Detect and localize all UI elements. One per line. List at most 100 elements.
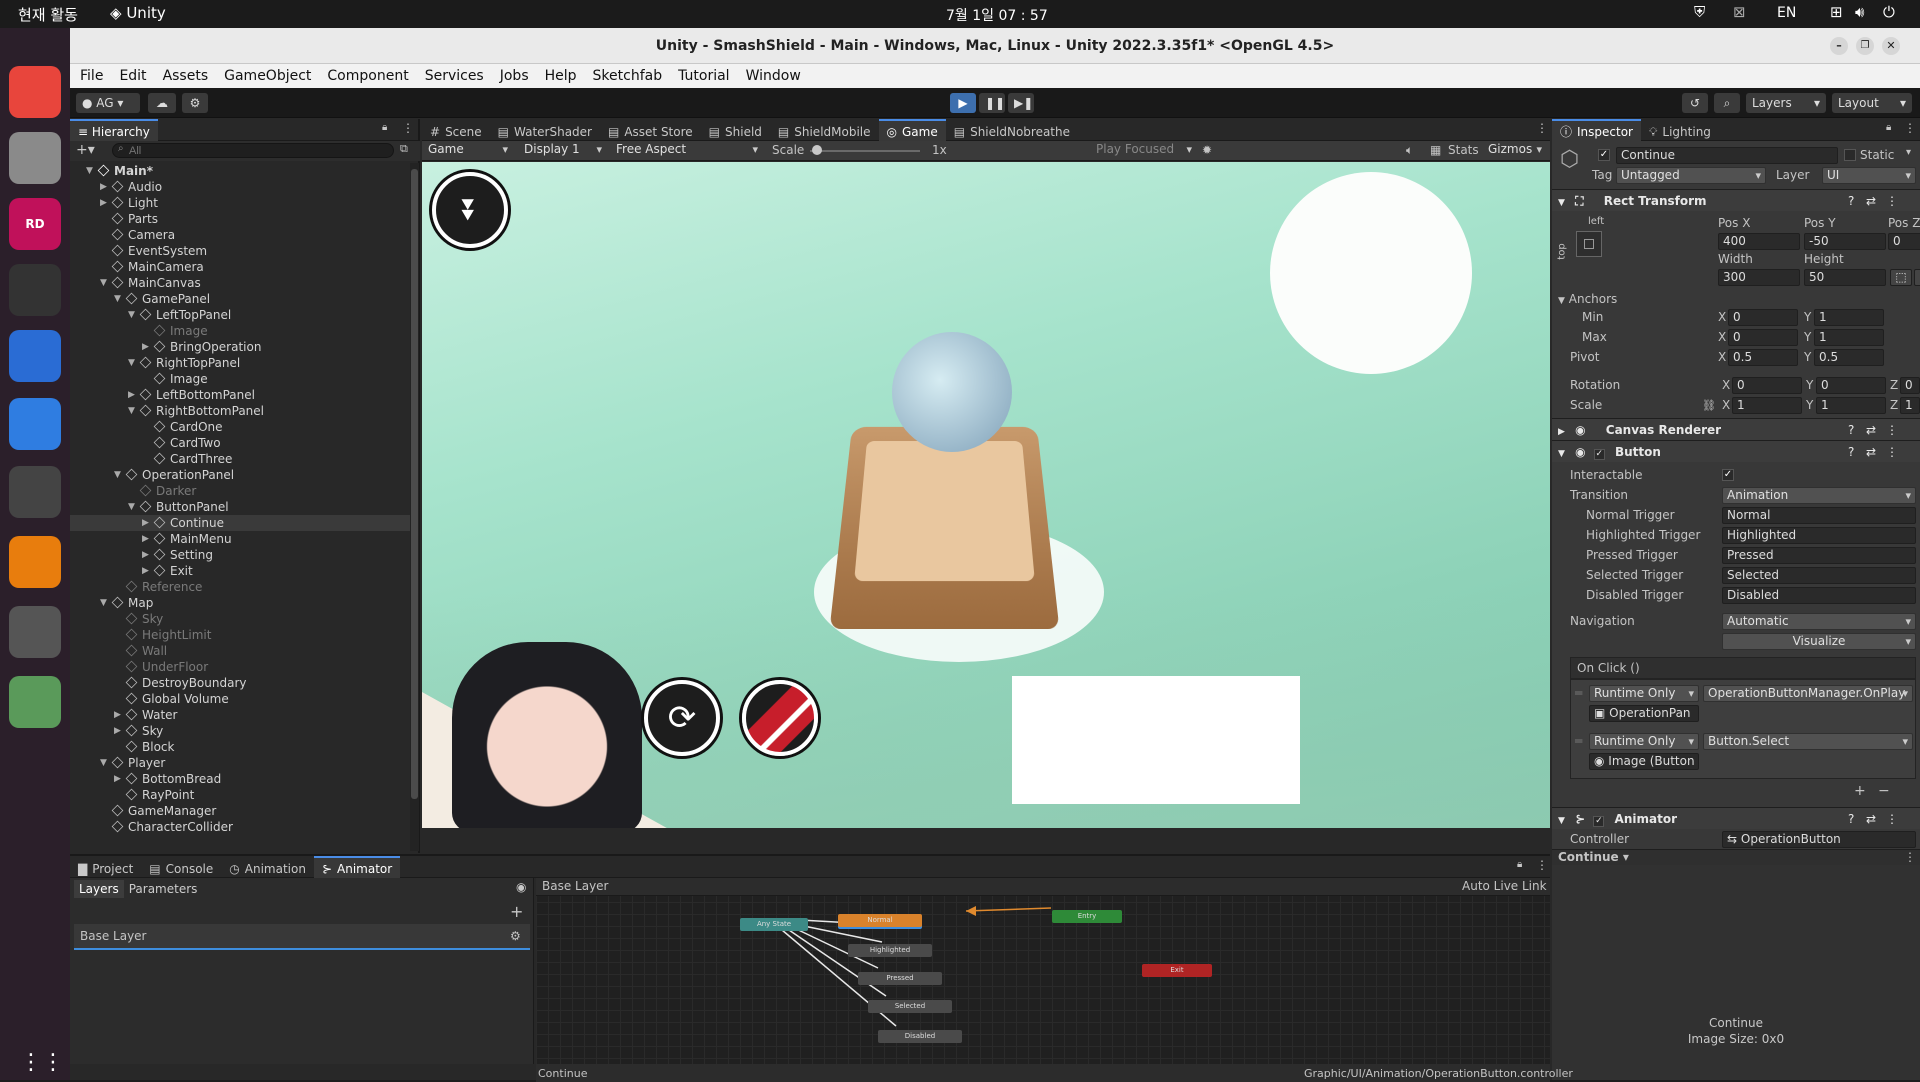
active-checkbox[interactable]: ✓: [1598, 149, 1610, 161]
component-menu-icon[interactable]: ⋮: [1886, 190, 1898, 212]
hierarchy-item[interactable]: ▼ OperationPanel: [70, 467, 410, 483]
expand-arrow-icon[interactable]: ▶: [142, 515, 149, 531]
component-menu-icon[interactable]: ⋮: [1886, 441, 1898, 463]
hierarchy-item[interactable]: ▶ Water: [70, 707, 410, 723]
controller-field[interactable]: ⇆ OperationButton: [1722, 831, 1916, 848]
unity-hub-icon[interactable]: [9, 466, 61, 518]
step-button[interactable]: ▶❚: [1008, 93, 1034, 113]
tab-bottom-3[interactable]: ⊱ Animator: [313, 856, 401, 880]
card-one[interactable]: [1012, 676, 1112, 804]
center-panel-menu-icon[interactable]: ⋮: [1536, 121, 1548, 135]
hierarchy-item[interactable]: ▶ BottomBread: [70, 771, 410, 787]
cloud-icon[interactable]: ☁: [148, 93, 176, 113]
hierarchy-item[interactable]: Camera: [70, 227, 410, 243]
hierarchy-item[interactable]: CardOne: [70, 419, 410, 435]
hierarchy-item[interactable]: ▶ BringOperation: [70, 339, 410, 355]
eye-icon[interactable]: ◉: [516, 880, 526, 894]
visualize-button[interactable]: Visualize: [1722, 633, 1916, 650]
tab-center-4[interactable]: ▤ ShieldMobile: [770, 121, 879, 143]
hierarchy-item[interactable]: ▶ Exit: [70, 563, 410, 579]
minimize-button[interactable]: –: [1830, 37, 1848, 55]
hierarchy-item[interactable]: CharacterCollider: [70, 819, 410, 835]
menu-file[interactable]: File: [72, 64, 111, 88]
hierarchy-item[interactable]: ▶ Sky: [70, 723, 410, 739]
inspector-lock-icon[interactable]: 🔒︎: [1886, 122, 1891, 133]
hierarchy-item[interactable]: Image: [70, 371, 410, 387]
hierarchy-item[interactable]: Image: [70, 323, 410, 339]
tab-hierarchy[interactable]: ≡ Hierarchy: [70, 119, 158, 143]
expand-arrow-icon[interactable]: ▶: [142, 339, 149, 355]
tag-dropdown[interactable]: Untagged: [1616, 167, 1766, 184]
hierarchy-item[interactable]: ▼ Player: [70, 755, 410, 771]
hierarchy-item[interactable]: ▼ Map: [70, 595, 410, 611]
maximize-button[interactable]: ❐: [1856, 37, 1874, 55]
pressed-trigger-input[interactable]: Pressed: [1722, 547, 1916, 564]
height-input[interactable]: 50: [1804, 269, 1886, 286]
event2-function-dropdown[interactable]: Button.Select: [1703, 733, 1913, 750]
card-two[interactable]: [1106, 676, 1206, 804]
hierarchy-item[interactable]: ▶ LeftBottomPanel: [70, 387, 410, 403]
volume-icon[interactable]: 🔊︎: [1855, 3, 1864, 21]
services-icon[interactable]: ⚙: [182, 93, 208, 113]
menu-component[interactable]: Component: [319, 64, 416, 88]
power-icon[interactable]: ⏻: [1883, 3, 1895, 21]
menu-window[interactable]: Window: [738, 64, 809, 88]
event1-function-dropdown[interactable]: OperationButtonManager.OnPlay: [1703, 685, 1913, 702]
stats-grid-icon[interactable]: ▦: [1430, 142, 1441, 159]
terminal-icon[interactable]: [9, 264, 61, 316]
constrain-proportions-icon[interactable]: ⛓: [1702, 397, 1716, 414]
account-dropdown[interactable]: ● AG ▾: [76, 93, 140, 113]
close-button[interactable]: ✕: [1882, 37, 1900, 55]
bottom-menu-icon[interactable]: ⋮: [1536, 858, 1548, 872]
menu-jobs[interactable]: Jobs: [492, 64, 537, 88]
hierarchy-item[interactable]: ▼ RightTopPanel: [70, 355, 410, 371]
navigation-dropdown[interactable]: Automatic: [1722, 613, 1916, 630]
hierarchy-item[interactable]: RayPoint: [70, 787, 410, 803]
hierarchy-item[interactable]: GameManager: [70, 803, 410, 819]
collapse-arrow-icon[interactable]: ▼: [128, 403, 135, 419]
object-name-input[interactable]: Continue: [1616, 147, 1838, 164]
component-menu-icon[interactable]: ⋮: [1886, 808, 1898, 830]
scale-slider-handle[interactable]: [812, 145, 822, 155]
preview-object-dropdown[interactable]: Continue ▾: [1558, 849, 1629, 866]
game-mode-dropdown[interactable]: Game: [424, 142, 512, 159]
tab-center-1[interactable]: ▤ WaterShader: [490, 121, 600, 143]
animator-state[interactable]: Pressed: [858, 972, 942, 985]
collapse-arrow-icon[interactable]: ▼: [128, 499, 135, 515]
hierarchy-item[interactable]: Darker: [70, 483, 410, 499]
hierarchy-item[interactable]: ▶ Light: [70, 195, 410, 211]
selected-trigger-input[interactable]: Selected: [1722, 567, 1916, 584]
krita-icon[interactable]: [9, 330, 61, 382]
rotation-x-input[interactable]: 0: [1732, 377, 1802, 394]
expand-arrow-icon[interactable]: ▶: [142, 531, 149, 547]
animator-state[interactable]: Any State: [740, 918, 808, 931]
blender-icon[interactable]: [9, 536, 61, 588]
preview-menu-icon[interactable]: ⋮: [1904, 849, 1916, 866]
tray-network-off-icon[interactable]: ⊠: [1733, 3, 1746, 21]
display-dropdown[interactable]: Display 1: [520, 142, 606, 159]
menu-assets[interactable]: Assets: [155, 64, 217, 88]
menu-sketchfab[interactable]: Sketchfab: [585, 64, 671, 88]
raw-edit-button[interactable]: R: [1914, 269, 1920, 286]
preset-icon[interactable]: ⇄: [1866, 190, 1876, 212]
pause-button[interactable]: ❚❚: [979, 93, 1005, 113]
collapse-arrow-icon[interactable]: ▼: [100, 595, 107, 611]
hierarchy-item[interactable]: CardThree: [70, 451, 410, 467]
lock-icon[interactable]: 🔒︎: [382, 122, 387, 133]
animator-state[interactable]: Entry: [1052, 910, 1122, 923]
hierarchy-item[interactable]: DestroyBoundary: [70, 675, 410, 691]
animator-state[interactable]: Normal: [838, 914, 922, 927]
scale-slider[interactable]: [810, 150, 920, 152]
anchors-fold[interactable]: ▼ Anchors: [1558, 291, 1617, 310]
unity-icon[interactable]: [9, 606, 61, 658]
unity-app-menu[interactable]: ◈ Unity: [110, 4, 166, 22]
card-three[interactable]: [1200, 676, 1300, 804]
hierarchy-search-input[interactable]: [112, 143, 394, 158]
files-icon[interactable]: [9, 132, 61, 184]
scale-y-input[interactable]: 1: [1816, 397, 1886, 414]
tab-center-6[interactable]: ▤ ShieldNobreathe: [946, 121, 1078, 143]
component-menu-icon[interactable]: ⋮: [1886, 419, 1898, 441]
show-apps-icon[interactable]: ⋮⋮⋮: [20, 1048, 86, 1078]
play-focused-dropdown[interactable]: Play Focused: [1092, 142, 1196, 159]
tab-center-2[interactable]: ▤ Asset Store: [600, 121, 701, 143]
